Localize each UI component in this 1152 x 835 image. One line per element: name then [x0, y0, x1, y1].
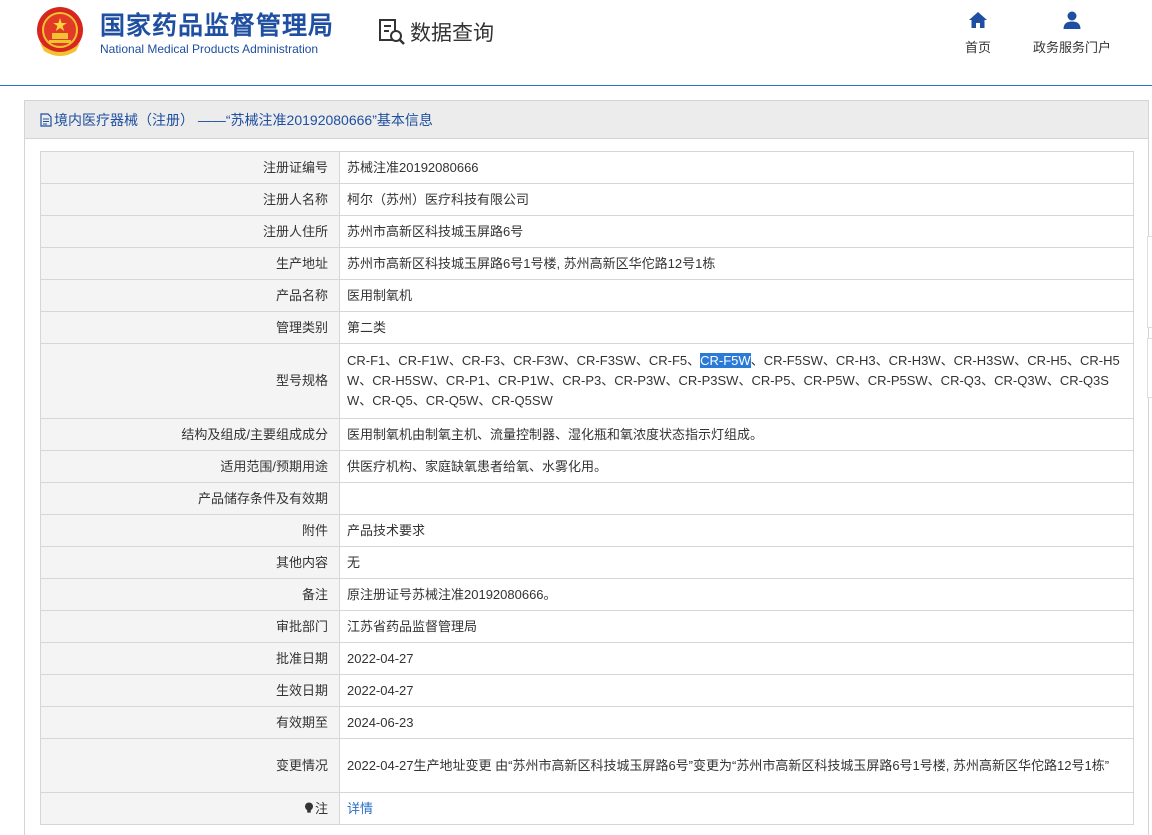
- user-icon: [1063, 11, 1081, 29]
- data-query-heading: 数据查询: [378, 15, 494, 49]
- table-row: 注 详情: [40, 792, 1134, 825]
- logo-chinese-text[interactable]: 国家药品监督管理局: [100, 6, 334, 42]
- table-row: 管理类别 第二类: [40, 311, 1134, 344]
- basic-info-panel: 境内医疗器械（注册） ——“苏械注准20192080666”基本信息 注册证编号…: [24, 100, 1149, 835]
- site-header: 国家药品监督管理局 National Medical Products Admi…: [0, 0, 1152, 86]
- table-row: 备注 原注册证号苏械注准20192080666。: [40, 578, 1134, 611]
- field-label: 生效日期: [40, 674, 340, 707]
- logo-english-text[interactable]: National Medical Products Administration: [100, 42, 318, 56]
- field-label: 产品名称: [40, 279, 340, 312]
- field-label: 型号规格: [40, 343, 340, 419]
- field-label: 注册证编号: [40, 151, 340, 184]
- table-row: 产品名称 医用制氧机: [40, 279, 1134, 312]
- field-label: 注册人名称: [40, 183, 340, 216]
- field-value: 原注册证号苏械注准20192080666。: [339, 578, 1134, 611]
- field-value: 供医疗机构、家庭缺氧患者给氧、水雾化用。: [339, 450, 1134, 483]
- table-row: 注册人住所 苏州市高新区科技城玉屏路6号: [40, 215, 1134, 248]
- selected-text-highlight[interactable]: CR-F5W: [700, 353, 751, 368]
- lightbulb-icon: [304, 802, 313, 813]
- field-value: 苏械注准20192080666: [339, 151, 1134, 184]
- nav-home-link[interactable]: 首页: [955, 10, 1001, 56]
- field-value: 医用制氧机: [339, 279, 1134, 312]
- field-value: 无: [339, 546, 1134, 579]
- table-row: 附件 产品技术要求: [40, 514, 1134, 547]
- table-row: 有效期至 2024-06-23: [40, 706, 1134, 739]
- field-value: 医用制氧机由制氧主机、流量控制器、湿化瓶和氧浓度状态指示灯组成。: [339, 418, 1134, 451]
- field-value: 苏州市高新区科技城玉屏路6号: [339, 215, 1134, 248]
- panel-header: 境内医疗器械（注册） ——“苏械注准20192080666”基本信息: [25, 101, 1148, 139]
- table-row: 生效日期 2022-04-27: [40, 674, 1134, 707]
- field-label: 附件: [40, 514, 340, 547]
- field-value: 详情: [339, 792, 1134, 825]
- field-label: 备注: [40, 578, 340, 611]
- field-label: 注册人住所: [40, 215, 340, 248]
- document-icon: [40, 112, 52, 127]
- field-label: 批准日期: [40, 642, 340, 675]
- table-row: 生产地址 苏州市高新区科技城玉屏路6号1号楼, 苏州高新区华佗路12号1栋: [40, 247, 1134, 280]
- field-label-note: 注: [40, 792, 340, 825]
- side-scroll-tab[interactable]: [1147, 236, 1152, 328]
- field-label: 结构及组成/主要组成成分: [40, 418, 340, 451]
- model-specs-text-before: CR-F1、CR-F1W、CR-F3、CR-F3W、CR-F3SW、CR-F5、: [347, 353, 701, 368]
- side-scroll-tab[interactable]: [1147, 338, 1152, 398]
- home-icon: [969, 12, 987, 28]
- table-row: 其他内容无: [40, 546, 1134, 579]
- field-label: 生产地址: [40, 247, 340, 280]
- field-value: 第二类: [339, 311, 1134, 344]
- field-label: 适用范围/预期用途: [40, 450, 340, 483]
- document-search-icon: [379, 19, 405, 45]
- device-info-table: 注册证编号 苏械注准20192080666 注册人名称 柯尔（苏州）医疗科技有限公司…: [40, 151, 1134, 825]
- field-label: 其他内容: [40, 546, 340, 579]
- nav-home-label: 首页: [964, 40, 991, 55]
- table-row: 适用范围/预期用途 供医疗机构、家庭缺氧患者给氧、水雾化用。: [40, 450, 1134, 483]
- field-label: 变更情况: [40, 738, 340, 793]
- table-row: 结构及组成/主要组成成分 医用制氧机由制氧主机、流量控制器、湿化瓶和氧浓度状态指示…: [40, 418, 1134, 451]
- field-value: 2022-04-27: [339, 642, 1134, 675]
- field-value-model-specs: CR-F1、CR-F1W、CR-F3、CR-F3W、CR-F3SW、CR-F5、…: [339, 343, 1134, 419]
- field-value: 柯尔（苏州）医疗科技有限公司: [339, 183, 1134, 216]
- table-row: 批准日期 2022-04-27: [40, 642, 1134, 675]
- field-label: 审批部门: [40, 610, 340, 643]
- field-label: 有效期至: [40, 706, 340, 739]
- table-row: 型号规格 CR-F1、CR-F1W、CR-F3、CR-F3W、CR-F3SW、C…: [40, 343, 1134, 419]
- table-row: 注册人名称 柯尔（苏州）医疗科技有限公司: [40, 183, 1134, 216]
- table-row: 变更情况 2022-04-27生产地址变更 由“苏州市高新区科技城玉屏路6号”变更…: [40, 738, 1134, 793]
- nav-service-portal-label: 政务服务门户: [1032, 40, 1111, 55]
- national-emblem-icon[interactable]: [34, 5, 86, 59]
- table-row: 审批部门 江苏省药品监督管理局: [40, 610, 1134, 643]
- panel-title: 境内医疗器械（注册） ——“苏械注准20192080666”基本信息: [54, 111, 433, 128]
- field-value: 2022-04-27生产地址变更 由“苏州市高新区科技城玉屏路6号”变更为“苏州…: [339, 738, 1134, 793]
- field-value: [339, 482, 1134, 515]
- field-value: 2024-06-23: [339, 706, 1134, 739]
- field-value: 产品技术要求: [339, 514, 1134, 547]
- field-label: 产品储存条件及有效期: [40, 482, 340, 515]
- field-label: 管理类别: [40, 311, 340, 344]
- table-row: 注册证编号 苏械注准20192080666: [40, 151, 1134, 184]
- data-query-title: 数据查询: [410, 21, 494, 45]
- field-value: 江苏省药品监督管理局: [339, 610, 1134, 643]
- table-row: 产品储存条件及有效期: [40, 482, 1134, 515]
- field-value: 2022-04-27: [339, 674, 1134, 707]
- nav-service-portal-link[interactable]: 政务服务门户: [1026, 10, 1118, 56]
- details-link[interactable]: 详情: [347, 801, 373, 816]
- note-label-text: 注: [314, 800, 328, 816]
- field-value: 苏州市高新区科技城玉屏路6号1号楼, 苏州高新区华佗路12号1栋: [339, 247, 1134, 280]
